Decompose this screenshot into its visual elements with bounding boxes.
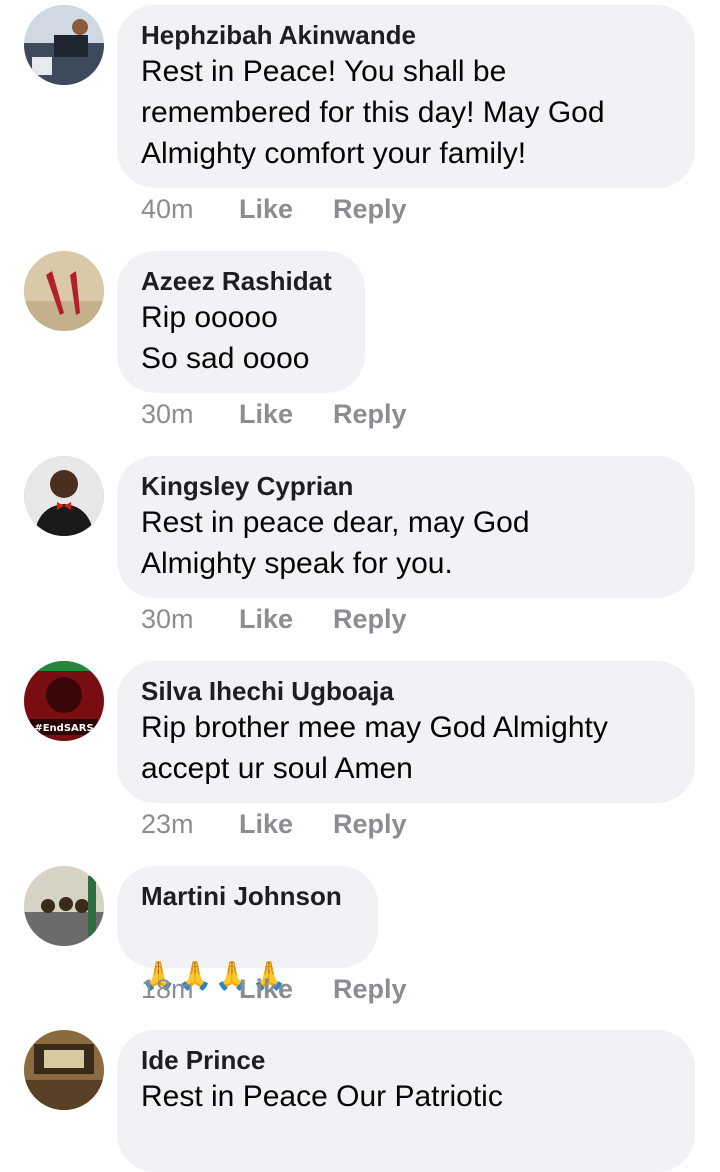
reply-button[interactable]: Reply	[333, 194, 407, 224]
like-button[interactable]: Like	[239, 808, 333, 840]
avatar-badge: #EndSARS	[34, 723, 93, 734]
comment-bubble: Silva Ihechi Ugboaja Rip brother mee may…	[117, 661, 695, 803]
avatar[interactable]	[24, 866, 104, 946]
comment-actions: 30m Like Reply	[141, 398, 407, 430]
comment-timestamp[interactable]: 40m	[141, 193, 239, 225]
comment-actions: 18m Like Reply	[141, 973, 407, 1005]
comment-timestamp[interactable]: 23m	[141, 808, 239, 840]
comment-actions: 40m Like Reply	[141, 193, 407, 225]
comment-author[interactable]: Hephzibah Akinwande	[141, 19, 671, 51]
avatar-photo-icon	[24, 1030, 104, 1110]
avatar[interactable]	[24, 456, 104, 536]
avatar[interactable]	[24, 251, 104, 331]
comment-bubble: Martini Johnson 🙏🙏🙏🙏	[117, 866, 378, 991]
comment-bubble: Ide Prince Rest in Peace Our Patriotic	[117, 1030, 695, 1172]
comment-author[interactable]: Azeez Rashidat	[141, 265, 341, 297]
comment-bubble: Hephzibah Akinwande Rest in Peace! You s…	[117, 5, 695, 188]
comment-text: Rip brother mee may God Almighty accept …	[141, 711, 608, 785]
avatar[interactable]: #EndSARS	[24, 661, 104, 741]
comment-timestamp[interactable]: 18m	[141, 973, 239, 1005]
comment-text: Rest in Peace! You shall be remembered f…	[141, 55, 605, 170]
avatar-photo-icon	[24, 5, 104, 85]
like-button[interactable]: Like	[239, 973, 333, 1005]
comment-timestamp[interactable]: 30m	[141, 603, 239, 635]
avatar-photo-icon	[24, 866, 104, 946]
reply-button[interactable]: Reply	[333, 399, 407, 429]
comment-author[interactable]: Silva Ihechi Ugboaja	[141, 675, 671, 707]
comment-author[interactable]: Kingsley Cyprian	[141, 470, 671, 502]
comment-actions: 23m Like Reply	[141, 808, 407, 840]
comment-bubble: Azeez Rashidat Rip ooooo So sad oooo	[117, 251, 365, 393]
avatar[interactable]	[24, 5, 104, 85]
comment-text: Rest in Peace Our Patriotic	[141, 1080, 503, 1113]
comment-timestamp[interactable]: 30m	[141, 398, 239, 430]
like-button[interactable]: Like	[239, 193, 333, 225]
comment-text: Rest in peace dear, may God Almighty spe…	[141, 506, 530, 580]
reply-button[interactable]: Reply	[333, 974, 407, 1004]
comment-actions: 30m Like Reply	[141, 603, 407, 635]
avatar-photo-icon: #EndSARS	[24, 661, 104, 741]
comment-author[interactable]: Martini Johnson	[141, 880, 354, 912]
reply-button[interactable]: Reply	[333, 604, 407, 634]
like-button[interactable]: Like	[239, 398, 333, 430]
comment-bubble: Kingsley Cyprian Rest in peace dear, may…	[117, 456, 695, 598]
reply-button[interactable]: Reply	[333, 809, 407, 839]
avatar-photo-icon	[24, 456, 104, 536]
like-button[interactable]: Like	[239, 603, 333, 635]
comment-author[interactable]: Ide Prince	[141, 1044, 671, 1076]
comment-text: Rip ooooo So sad oooo	[141, 301, 310, 375]
avatar-photo-icon	[24, 251, 104, 331]
avatar[interactable]	[24, 1030, 104, 1110]
